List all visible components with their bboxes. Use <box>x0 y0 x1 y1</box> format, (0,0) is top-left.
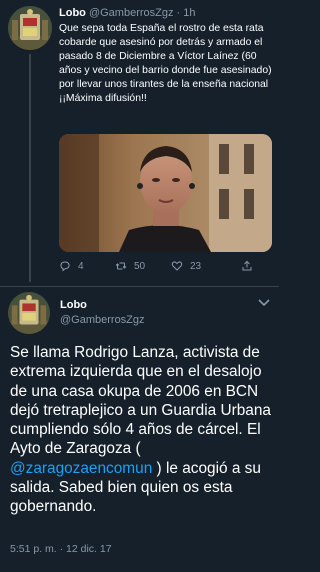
like-button[interactable]: 23 <box>171 259 201 273</box>
tweet-divider <box>0 286 279 287</box>
retweet-icon <box>115 262 127 270</box>
chevron-down-icon[interactable] <box>257 297 271 307</box>
display-name[interactable]: Lobo <box>59 7 86 19</box>
reply-icon <box>60 261 70 272</box>
username[interactable]: @GamberrosZgz <box>89 7 174 19</box>
mention-link[interactable]: @zaragozaencomun <box>10 460 152 477</box>
tweet-actions: 4 50 23 <box>59 259 273 273</box>
tweet-thread: Lobo @GamberrosZgz · 1h Que sepa toda Es… <box>0 0 279 572</box>
like-count: 23 <box>190 260 202 272</box>
share-button[interactable] <box>241 259 253 273</box>
tweet-text-part: Se llama Rodrigo Lanza, activista de ext… <box>10 344 271 458</box>
heart-icon <box>171 261 183 271</box>
retweet-button[interactable]: 50 <box>115 259 145 273</box>
tweet-timestamp[interactable]: 5:51 p. m. · 12 dic. 17 <box>10 543 112 556</box>
thread-connector <box>29 54 31 282</box>
username[interactable]: @GamberrosZgz <box>60 313 145 327</box>
separator: · <box>176 7 181 19</box>
tweet-text: Que sepa toda España el rostro de esta r… <box>59 23 272 104</box>
display-name[interactable]: Lobo <box>60 298 87 312</box>
portrait-photo <box>59 134 272 252</box>
avatar-image <box>8 6 52 50</box>
relative-time[interactable]: 1h <box>183 7 195 19</box>
tweet-header: Lobo @GamberrosZgz · 1h <box>59 6 273 20</box>
tweet-photo[interactable] <box>59 134 272 252</box>
share-icon <box>242 260 252 271</box>
context-tweet[interactable]: Lobo @GamberrosZgz · 1h Que sepa toda Es… <box>0 0 279 286</box>
avatar-image <box>8 292 50 334</box>
retweet-count: 50 <box>134 260 146 272</box>
avatar[interactable] <box>8 292 50 334</box>
avatar[interactable] <box>8 6 52 50</box>
reply-button[interactable]: 4 <box>59 259 84 273</box>
reply-count: 4 <box>78 260 84 272</box>
tweet-text: Se llama Rodrigo Lanza, activista de ext… <box>10 343 272 517</box>
